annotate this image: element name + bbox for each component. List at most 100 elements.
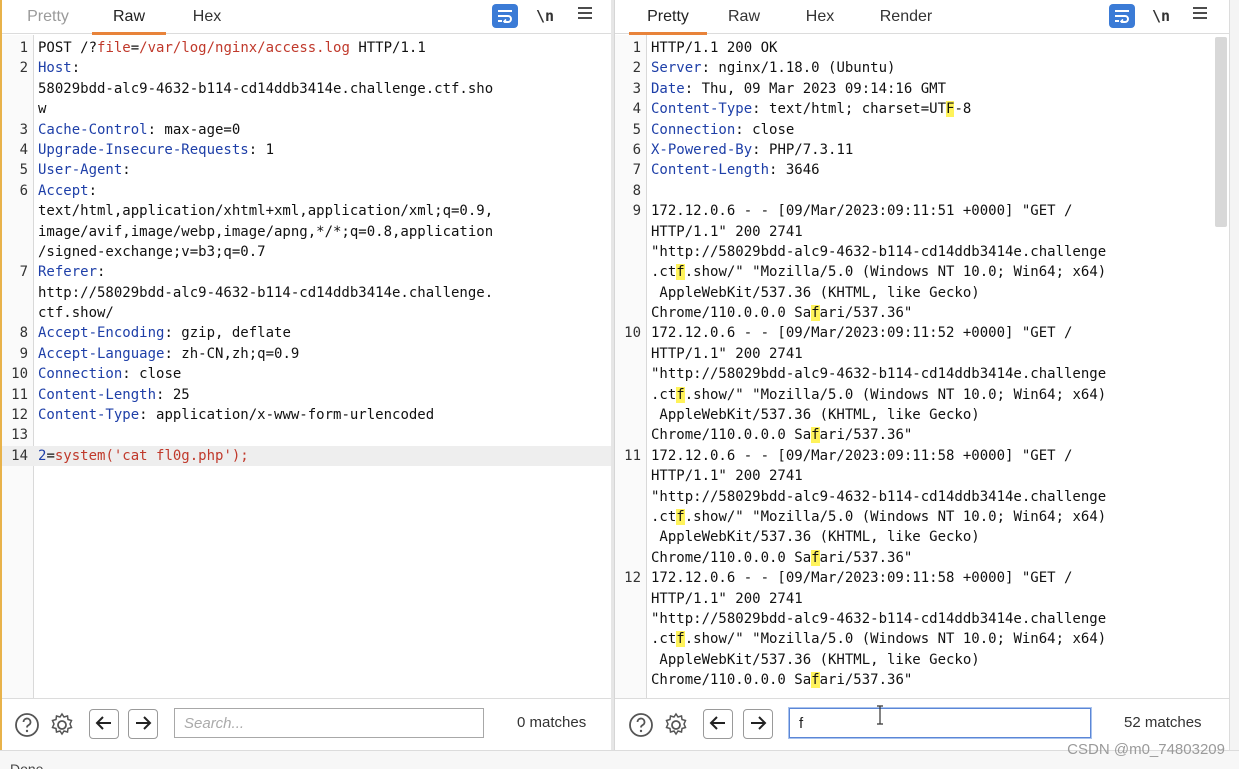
- request-tab-hex[interactable]: Hex: [174, 0, 240, 34]
- line-text: Content-Length: 25: [38, 385, 190, 405]
- response-editor[interactable]: 1 HTTP/1.1 200 OK 2 Server: nginx/1.18.0 (U…: [615, 35, 1229, 698]
- code-token: "http://58029bdd-alc9-4632-b114-cd14ddb3…: [651, 366, 1107, 383]
- code-token: "http://58029bdd-alc9-4632-b114-cd14ddb3…: [651, 488, 1107, 505]
- header-name: Cache-Control: [38, 121, 148, 138]
- code-token: http://58029bdd-alc9-4632-b114-cd14ddb34…: [38, 284, 494, 301]
- line-text: w: [38, 99, 46, 119]
- code-token: system('cat fl0g.php');: [54, 447, 249, 464]
- code-token: ari/537.36": [819, 427, 913, 444]
- request-search-input[interactable]: [174, 708, 484, 738]
- request-next-match-button[interactable]: [128, 709, 158, 739]
- code-token: 172.12.0.6 - - [09/Mar/2023:09:11:58 +00…: [651, 570, 1073, 587]
- code-token: ari/537.36": [819, 672, 913, 689]
- response-tab-hex[interactable]: Hex: [787, 0, 853, 34]
- code-token: HTTP/1.1" 200 2741: [651, 590, 803, 607]
- code-token: HTTP/1.1" 200 2741: [651, 345, 803, 362]
- gear-icon: [51, 712, 73, 736]
- response-settings-button[interactable]: [661, 709, 691, 739]
- response-search-input[interactable]: [789, 708, 1091, 738]
- code-line: "http://58029bdd-alc9-4632-b114-cd14ddb3…: [615, 609, 1229, 629]
- header-name: Content-Type: [38, 407, 140, 424]
- line-text: AppleWebKit/537.36 (KHTML, like Gecko): [651, 527, 980, 547]
- request-prev-match-button[interactable]: [89, 709, 119, 739]
- line-text: HTTP/1.1" 200 2741: [651, 589, 803, 609]
- code-line: 58029bdd-alc9-4632-b114-cd14ddb3414e.cha…: [2, 79, 611, 99]
- code-token: ari/537.36": [819, 549, 913, 566]
- response-match-count: 52 matches: [1124, 714, 1202, 731]
- line-text: 172.12.0.6 - - [09/Mar/2023:09:11:51 +00…: [651, 201, 1072, 221]
- line-number: 4: [632, 101, 641, 118]
- search-highlight: f: [811, 305, 820, 322]
- code-token: : gzip, deflate: [164, 325, 291, 342]
- line-text: POST /?file=/var/log/nginx/access.log HT…: [38, 38, 426, 58]
- code-line: 14 2=system('cat fl0g.php');: [2, 445, 611, 467]
- response-tabbar: Pretty Raw Hex Render \n: [615, 0, 1229, 35]
- wrap-lines-icon: [1115, 10, 1129, 25]
- code-token: HTTP/1.1: [349, 40, 426, 56]
- response-tab-pretty[interactable]: Pretty: [629, 0, 707, 35]
- header-name: Connection: [651, 121, 736, 138]
- code-token: Chrome/110.0.0.0 Sa: [651, 672, 812, 689]
- request-wrap-lines-button[interactable]: [492, 4, 518, 28]
- code-token: :: [71, 60, 81, 77]
- code-token: HTTP/1.1" 200 2741: [651, 223, 803, 240]
- code-line: 7 Referer:: [2, 262, 611, 282]
- response-next-match-button[interactable]: [743, 709, 773, 739]
- line-text: Accept:: [38, 181, 97, 201]
- response-help-button[interactable]: [626, 709, 656, 739]
- code-line: w: [2, 99, 611, 119]
- header-name: X-Powered-By: [651, 141, 753, 158]
- line-number: 2: [19, 60, 28, 77]
- code-token: =: [130, 40, 140, 56]
- code-token: 58029bdd-alc9-4632-b114-cd14ddb3414e.cha…: [38, 80, 494, 97]
- line-text: .ctf.show/" "Mozilla/5.0 (Windows NT 10.…: [651, 507, 1106, 527]
- line-text: "http://58029bdd-alc9-4632-b114-cd14ddb3…: [651, 242, 1106, 262]
- code-token: AppleWebKit/537.36 (KHTML, like Gecko): [651, 529, 980, 546]
- response-menu-button[interactable]: [1187, 4, 1213, 28]
- response-wrap-lines-button[interactable]: [1109, 4, 1135, 28]
- hamburger-menu-icon: [578, 7, 592, 19]
- code-line: .ctf.show/" "Mozilla/5.0 (Windows NT 10.…: [615, 629, 1229, 649]
- search-highlight: f: [676, 264, 685, 281]
- search-highlight: f: [676, 631, 685, 648]
- request-tab-raw[interactable]: Raw: [92, 0, 166, 35]
- code-line: 4 Content-Type: text/html; charset=UTF-8: [615, 99, 1229, 119]
- code-token: :: [97, 264, 106, 281]
- line-text: Server: nginx/1.18.0 (Ubuntu): [651, 58, 895, 78]
- line-text: Upgrade-Insecure-Requests: 1: [38, 140, 274, 160]
- code-token: : Thu, 09 Mar 2023 09:14:16 GMT: [684, 80, 947, 97]
- response-tab-render[interactable]: Render: [865, 0, 947, 34]
- header-name: Date: [651, 80, 685, 97]
- header-name: User-Agent: [38, 162, 123, 179]
- request-tab-pretty[interactable]: Pretty: [14, 0, 82, 34]
- line-number: 14: [11, 447, 28, 464]
- header-name: Accept-Encoding: [38, 325, 165, 342]
- code-token: ari/537.36": [819, 305, 913, 322]
- code-token: .ct: [651, 508, 677, 525]
- code-line: 1 HTTP/1.1 200 OK: [615, 38, 1229, 58]
- response-scrollbar-thumb[interactable]: [1215, 37, 1227, 227]
- header-name: Referer: [38, 264, 98, 281]
- request-help-button[interactable]: [12, 709, 42, 739]
- code-line: Chrome/110.0.0.0 Safari/537.36": [615, 670, 1229, 690]
- line-text: HTTP/1.1 200 OK: [651, 38, 777, 58]
- code-line: 4 Upgrade-Insecure-Requests: 1: [2, 140, 611, 160]
- request-show-newlines-button[interactable]: \n: [532, 4, 558, 28]
- code-token: .show/" "Mozilla/5.0 (Windows NT 10.0; W…: [684, 508, 1107, 525]
- request-menu-button[interactable]: [572, 4, 598, 28]
- code-line: 2 Host:: [2, 58, 611, 78]
- response-show-newlines-button[interactable]: \n: [1148, 4, 1174, 28]
- code-token: : nginx/1.18.0 (Ubuntu): [701, 60, 896, 77]
- line-text: Connection: close: [651, 120, 794, 140]
- response-tab-raw[interactable]: Raw: [711, 0, 777, 34]
- search-highlight: f: [811, 549, 820, 566]
- line-text: Content-Length: 3646: [651, 160, 820, 180]
- code-token: -8: [954, 101, 972, 118]
- request-settings-button[interactable]: [47, 709, 77, 739]
- code-line: AppleWebKit/537.36 (KHTML, like Gecko): [615, 283, 1229, 303]
- request-editor[interactable]: 1 POST /?file=/var/log/nginx/access.log H…: [2, 35, 611, 698]
- code-token: HTTP/1.1" 200 2741: [651, 468, 803, 485]
- code-token: :: [122, 162, 131, 179]
- response-prev-match-button[interactable]: [703, 709, 733, 739]
- line-number: 7: [632, 162, 641, 179]
